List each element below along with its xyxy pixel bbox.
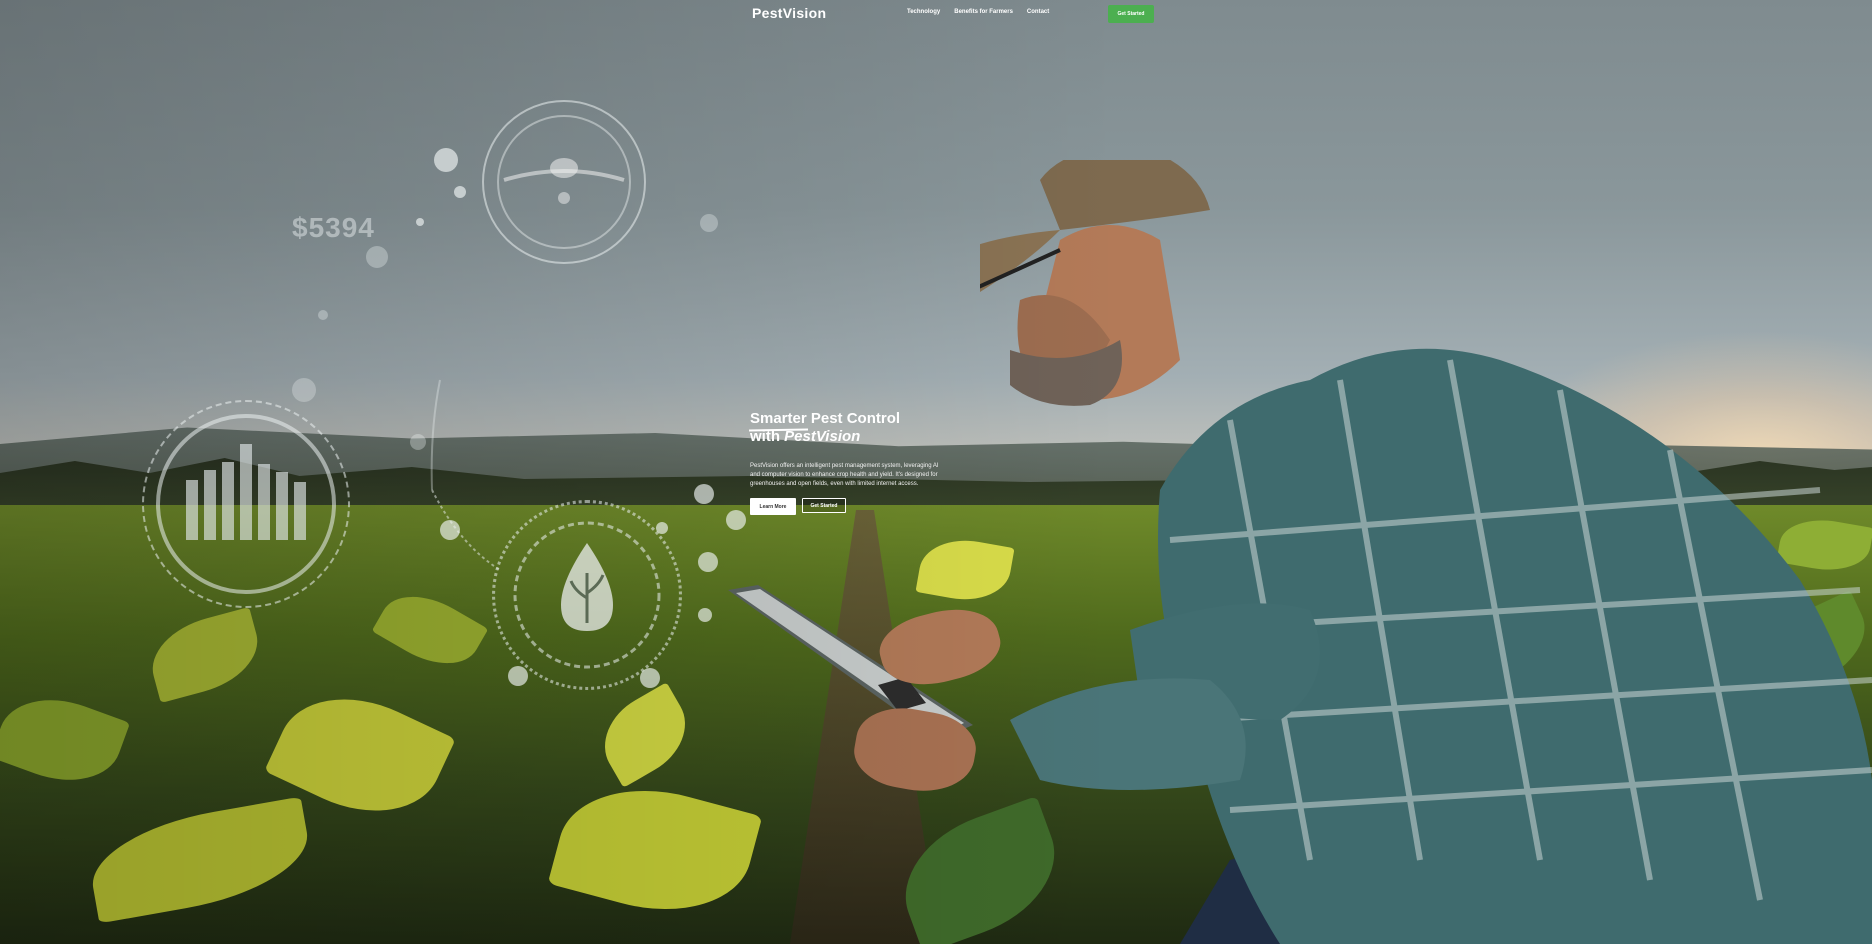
site-header: PestVision Technology Benefits for Farme…	[0, 0, 1872, 28]
hero-title-underlined-word: Smarter	[750, 410, 807, 427]
nav-link-contact[interactable]: Contact	[1027, 9, 1049, 15]
hero-buttons: Learn More Get Started	[750, 498, 990, 515]
learn-more-button[interactable]: Learn More	[750, 498, 796, 515]
main-nav: Technology Benefits for Farmers Contact	[907, 9, 1049, 15]
hero-title: Smarter Pest Control with PestVision	[750, 410, 990, 446]
hero-get-started-button[interactable]: Get Started	[802, 498, 846, 513]
hero-description: PestVision offers an intelligent pest ma…	[750, 463, 939, 487]
nav-link-technology[interactable]: Technology	[907, 9, 940, 15]
hero-section: Smarter Pest Control with PestVision Pes…	[750, 410, 990, 515]
site-logo[interactable]: PestVision	[752, 5, 826, 21]
hero-title-brand: PestVision	[784, 428, 861, 445]
header-get-started-button[interactable]: Get Started	[1108, 5, 1154, 23]
hero-title-line1-rest: Pest Control	[806, 410, 901, 427]
nav-link-benefits[interactable]: Benefits for Farmers	[954, 9, 1013, 15]
